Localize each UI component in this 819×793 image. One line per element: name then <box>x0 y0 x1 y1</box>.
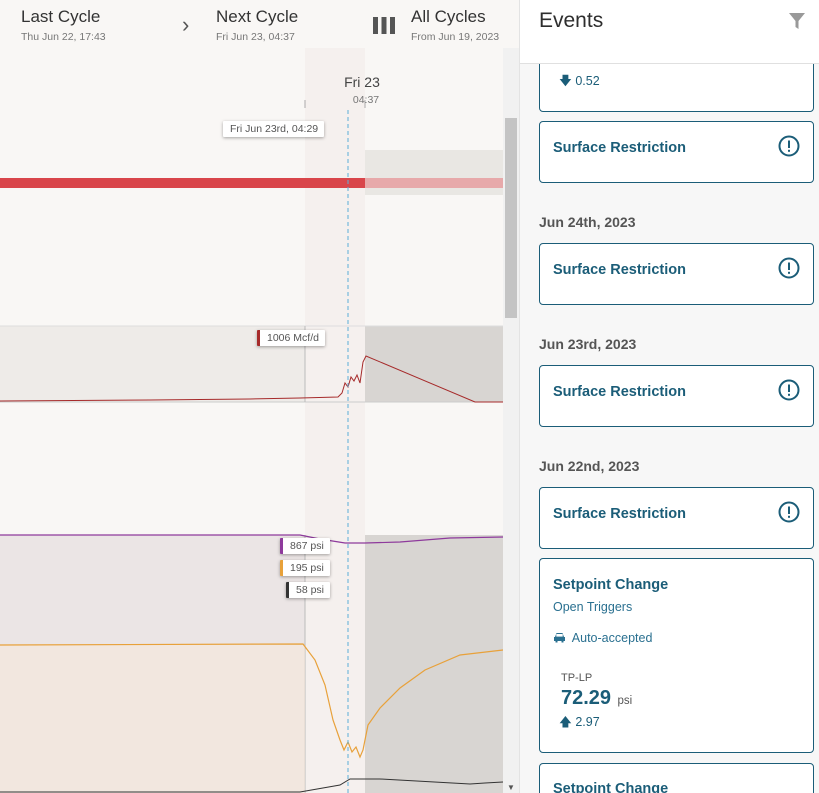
chart-panel: Last Cycle Thu Jun 22, 17:43 › Next Cycl… <box>0 0 519 793</box>
future-shade-top <box>365 150 503 195</box>
event-card[interactable]: Surface Restriction <box>539 121 814 183</box>
pressure-panel-future <box>365 535 503 793</box>
alert-icon <box>778 501 800 523</box>
flow-value-tag: 1006 Mcf/d <box>257 330 325 346</box>
setpoint-unit: psi <box>617 695 633 707</box>
arrow-down-icon: 🡇 <box>559 74 572 88</box>
event-title: Surface Restriction <box>553 384 686 400</box>
date-header: Jun 23rd, 2023 <box>539 336 637 352</box>
setpoint-delta: 2.97 <box>575 715 600 729</box>
alert-icon <box>778 257 800 279</box>
arrow-up-icon: 🡅 <box>559 715 572 729</box>
events-panel: 🡇 0.52 Events Surface Restriction Jun 24… <box>519 0 819 793</box>
setpoint-title: Setpoint Change <box>553 577 669 593</box>
setpoint-title-next: Setpoint Change <box>553 781 669 793</box>
chart-scrollbar[interactable]: ▼ <box>503 48 519 793</box>
setpoint-change-card-partial[interactable]: Setpoint Change <box>539 763 814 793</box>
pressure-58-tag: 58 psi <box>286 582 331 598</box>
event-title: Surface Restriction <box>553 140 686 156</box>
setpoint-value: 72.29 <box>561 687 612 709</box>
marker-day: Fri 23 <box>344 74 380 90</box>
partial-value: 0.52 <box>575 74 600 88</box>
auto-accepted-status: Auto-accepted <box>571 631 653 645</box>
date-header: Jun 22nd, 2023 <box>539 458 640 474</box>
pressure-867-tag: 867 psi <box>280 538 330 554</box>
filter-icon[interactable] <box>787 11 807 31</box>
setpoint-subtitle: Open Triggers <box>553 600 633 614</box>
hover-time-tag: Fri Jun 23rd, 04:29 <box>223 121 325 137</box>
date-header: Jun 24th, 2023 <box>539 214 636 230</box>
timeline-chart[interactable]: Fri 23 04:37 <box>0 0 503 793</box>
event-title: Surface Restriction <box>553 262 686 278</box>
event-title: Surface Restriction <box>553 506 686 522</box>
car-icon <box>554 633 565 643</box>
status-bar-future <box>365 178 503 188</box>
marker-time: 04:37 <box>353 94 379 106</box>
current-cycle-shade <box>305 48 365 793</box>
setpoint-change-card[interactable]: Setpoint Change Open Triggers Auto-accep… <box>539 558 814 753</box>
alert-icon <box>778 135 800 157</box>
events-header: Events <box>520 0 819 64</box>
event-card[interactable]: Surface Restriction <box>539 487 814 549</box>
scroll-down-icon[interactable]: ▼ <box>507 783 515 792</box>
setpoint-tag: TP-LP <box>561 672 593 684</box>
pressure-195-tag: 195 psi <box>280 560 330 576</box>
scroll-thumb[interactable] <box>505 118 517 318</box>
event-card[interactable]: Surface Restriction <box>539 365 814 427</box>
alert-icon <box>778 379 800 401</box>
event-card[interactable]: Surface Restriction <box>539 243 814 305</box>
events-title: Events <box>539 9 604 32</box>
